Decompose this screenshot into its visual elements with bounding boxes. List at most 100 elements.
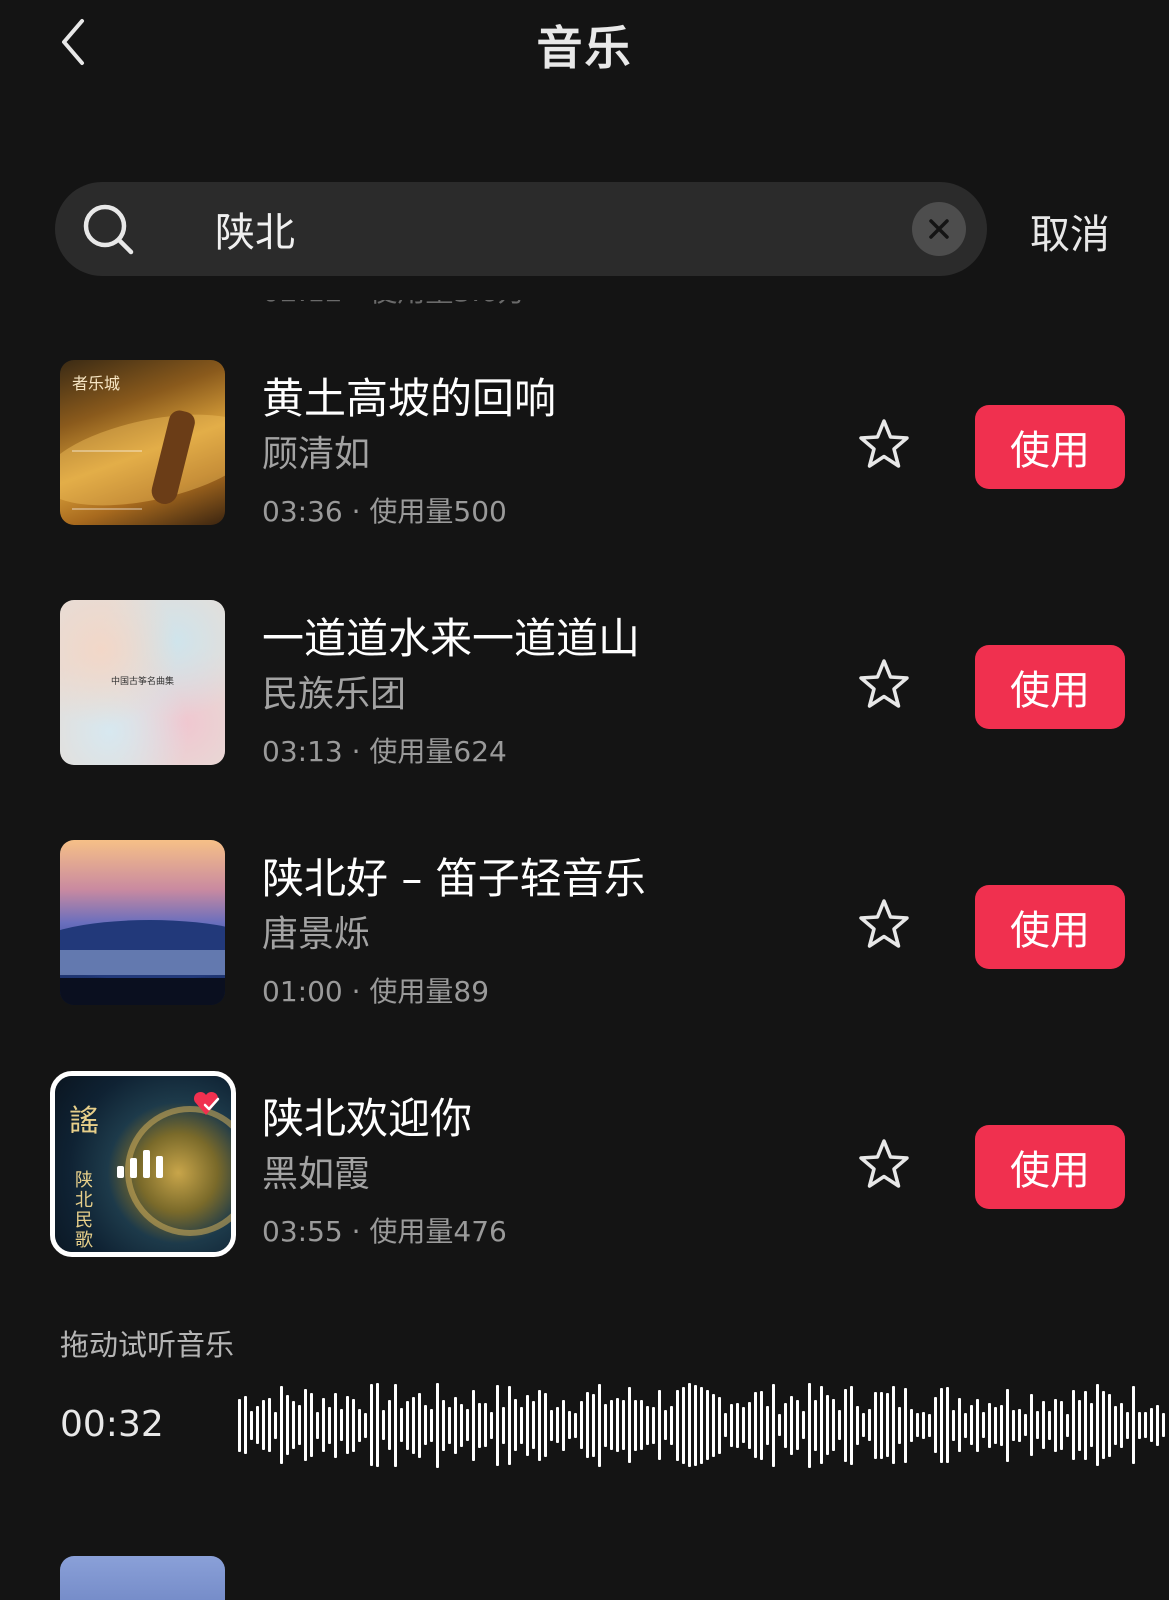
song-meta: 01:00 · 使用量89 <box>262 975 490 1008</box>
waveform-bar <box>556 1407 559 1443</box>
waveform-bar <box>760 1390 763 1460</box>
star-outline-icon[interactable] <box>856 417 912 473</box>
list-item[interactable]: 陕北好 – 笛子轻音乐 唐景烁 01:00 · 使用量89 使用 <box>0 815 1169 1055</box>
star-outline-icon[interactable] <box>856 1137 912 1193</box>
waveform-bar <box>508 1385 511 1465</box>
album-cover[interactable]: 謠 陕北民歌 <box>50 1071 236 1257</box>
waveform-bar <box>988 1402 991 1448</box>
song-artist: 黑如霞 <box>262 1154 371 1195</box>
use-button[interactable]: 使用 <box>975 1125 1125 1209</box>
album-cover[interactable] <box>60 840 225 1005</box>
waveform-bar <box>1102 1391 1105 1459</box>
waveform-bar <box>364 1412 367 1438</box>
use-button[interactable]: 使用 <box>975 645 1125 729</box>
waveform-bar <box>1012 1409 1015 1441</box>
waveform-bar <box>640 1400 643 1450</box>
waveform-bar <box>1084 1390 1087 1460</box>
list-item[interactable]: 02:12 · 使用量3.6万 <box>0 300 1169 335</box>
song-artist: 民族乐团 <box>262 674 407 715</box>
waveform-bar <box>580 1401 583 1449</box>
list-item[interactable]: 中国古筝名曲集 一道道水来一道道山 民族乐团 03:13 · 使用量624 使用 <box>0 575 1169 815</box>
waveform-bar <box>412 1396 415 1454</box>
waveform-bar <box>1036 1411 1039 1439</box>
waveform-bar <box>922 1411 925 1439</box>
waveform-bar <box>562 1399 565 1451</box>
star-outline-icon[interactable] <box>856 897 912 953</box>
waveform-bar <box>694 1384 697 1466</box>
waveform-scrubber[interactable] <box>238 1380 1169 1470</box>
waveform-bar <box>976 1398 979 1452</box>
waveform-bar <box>634 1399 637 1451</box>
waveform-bar <box>616 1398 619 1452</box>
verified-badge-icon <box>193 1091 220 1115</box>
waveform-bar <box>316 1411 319 1439</box>
search-icon <box>83 204 134 255</box>
waveform-bar <box>934 1397 937 1453</box>
waveform-bar <box>784 1402 787 1448</box>
waveform-bar <box>850 1385 853 1465</box>
waveform-bar <box>820 1386 823 1464</box>
waveform-bar <box>304 1389 307 1461</box>
search-input[interactable] <box>215 204 915 254</box>
waveform-bar <box>700 1386 703 1464</box>
waveform-bar <box>724 1413 727 1437</box>
clear-search-button[interactable] <box>912 202 966 256</box>
list-item-playing[interactable]: 謠 陕北民歌 陕北欢迎你 黑如霞 03:55 · 使用量476 使用 <box>0 1055 1169 1295</box>
waveform-bar <box>334 1392 337 1458</box>
album-cover[interactable]: 中国古筝名曲集 <box>60 600 225 765</box>
waveform-bar <box>1126 1411 1129 1439</box>
waveform-bar <box>598 1383 601 1467</box>
waveform-bar <box>856 1405 859 1445</box>
waveform-bar <box>328 1406 331 1444</box>
waveform-bar <box>712 1393 715 1457</box>
waveform-bar <box>1024 1414 1027 1436</box>
waveform-bar <box>298 1405 301 1445</box>
waveform-bar <box>778 1414 781 1436</box>
cover-text: 者乐城 <box>72 374 121 393</box>
waveform-bar <box>844 1388 847 1462</box>
waveform-bar <box>370 1384 373 1466</box>
waveform-bar <box>886 1393 889 1457</box>
album-cover[interactable]: 者乐城 <box>60 360 225 525</box>
waveform-bar <box>322 1398 325 1452</box>
song-meta: 03:13 · 使用量624 <box>262 735 507 768</box>
list-item[interactable]: 者乐城 黄土高坡的回响 顾清如 03:36 · 使用量500 使用 <box>0 335 1169 575</box>
waveform-bar <box>832 1399 835 1451</box>
waveform-bar <box>1120 1402 1123 1448</box>
song-meta: 03:36 · 使用量500 <box>262 495 507 528</box>
waveform-bar <box>262 1400 265 1450</box>
waveform-bar <box>946 1387 949 1463</box>
waveform-bar <box>394 1383 397 1467</box>
waveform-bar <box>826 1395 829 1455</box>
waveform-bar <box>892 1386 895 1464</box>
header: 音乐 <box>0 0 1169 90</box>
waveform-bar <box>466 1409 469 1441</box>
waveform-bar <box>790 1395 793 1455</box>
waveform-bar <box>244 1396 247 1454</box>
waveform-bar <box>514 1399 517 1451</box>
waveform-bar <box>382 1410 385 1440</box>
waveform-bar <box>526 1394 529 1456</box>
waveform-bar <box>346 1396 349 1454</box>
song-title: 陕北欢迎你 <box>262 1094 473 1143</box>
waveform-bar <box>352 1398 355 1452</box>
waveform-bar <box>238 1398 241 1452</box>
waveform-bar <box>340 1409 343 1441</box>
use-button[interactable]: 使用 <box>975 405 1125 489</box>
waveform-bar <box>550 1409 553 1441</box>
waveform-bar <box>592 1393 595 1457</box>
album-cover[interactable] <box>60 1556 225 1600</box>
waveform-bar <box>1156 1404 1159 1446</box>
waveform-bar <box>436 1382 439 1468</box>
waveform-bar <box>1108 1393 1111 1457</box>
song-meta: 02:12 · 使用量3.6万 <box>262 300 526 310</box>
waveform-bar <box>916 1413 919 1437</box>
waveform-bar <box>1042 1401 1045 1449</box>
song-list[interactable]: 02:12 · 使用量3.6万 者乐城 黄土高坡的回响 顾清如 03:36 · … <box>0 300 1169 1330</box>
star-outline-icon[interactable] <box>856 657 912 713</box>
waveform-bar <box>802 1411 805 1439</box>
waveform-bar <box>664 1410 667 1440</box>
waveform-bar <box>1066 1413 1069 1437</box>
cancel-button[interactable]: 取消 <box>1030 202 1110 260</box>
use-button[interactable]: 使用 <box>975 885 1125 969</box>
